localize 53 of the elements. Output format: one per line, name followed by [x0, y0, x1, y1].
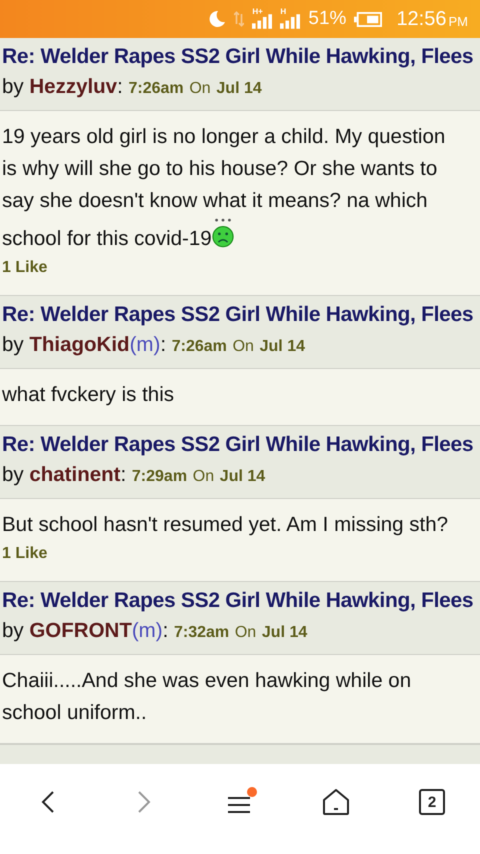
post-title-link[interactable]: Re: Welder Rapes SS2 Girl While Hawking, Flees [2, 430, 478, 460]
post-text-line: 19 years old girl is no longer a child. My question [2, 125, 446, 148]
author-link[interactable]: Hezzyluv [29, 75, 118, 98]
by-label: by [2, 333, 24, 356]
home-icon [322, 788, 350, 816]
post-text-line: school uniform.. [2, 701, 147, 724]
likes-count: 1 Like [2, 544, 48, 564]
moderator-mark: (m) [132, 619, 163, 642]
network-type-label: H+ [252, 6, 263, 16]
tabs-button[interactable]: 2 [402, 785, 462, 819]
post-time: 7:26am [172, 338, 227, 355]
likes-count: 1 Like [2, 258, 48, 278]
post-date: Jul 14 [216, 80, 262, 97]
post-text-line: say she doesn't know what it means? na which [2, 189, 428, 212]
network-type-label: H [280, 6, 286, 16]
by-label: by [2, 463, 24, 486]
post-date: Jul 14 [260, 338, 305, 355]
clock-meridiem: PM [448, 14, 468, 28]
on-label: On [232, 338, 254, 355]
moderator-mark: (m) [130, 333, 160, 356]
chevron-right-icon [137, 790, 151, 814]
author-link[interactable]: chatinent [29, 463, 120, 486]
post-time: 7:32am [174, 624, 230, 641]
colon: : [120, 463, 126, 486]
by-label: by [2, 619, 24, 642]
clock-time: 12:56 [396, 8, 446, 30]
on-label: On [192, 468, 214, 485]
post-text-line: what fvckery is this [2, 383, 174, 406]
post-time: 7:26am [128, 80, 184, 97]
post-text-line: school for this covid-19 [2, 227, 212, 250]
author-link[interactable]: ThiagoKid [29, 333, 130, 356]
post-title-link[interactable]: Re: Welder Rapes SS2 Girl While Hawking, Flees [2, 586, 478, 616]
post-text-line: is why will she go to his house? Or she wants to [2, 157, 438, 180]
post-date: Jul 14 [262, 624, 308, 641]
author-link[interactable]: GOFRONT [29, 619, 132, 642]
chevron-left-icon [41, 790, 55, 814]
by-label: by [2, 75, 24, 98]
colon: : [160, 333, 166, 356]
signal-icon [252, 14, 272, 28]
signal-icon [280, 14, 300, 28]
post-time: 7:29am [132, 468, 188, 485]
on-label: On [234, 624, 256, 641]
post-text-line: Chaiii.....And she was even hawking while on [2, 669, 412, 692]
post-title-link[interactable]: Re: Welder Rapes SS2 Girl While Hawking, Flees [2, 42, 478, 72]
data-arrows-icon [234, 11, 244, 27]
on-label: On [189, 80, 211, 97]
post-date: Jul 14 [220, 468, 266, 485]
post-title-link[interactable]: Re: Welder Rapes SS2 Girl While Hawking, Flees [2, 300, 478, 330]
battery-percent: 51% [308, 8, 346, 30]
colon: : [162, 619, 168, 642]
post-text-line: But school hasn't resumed yet. Am I missing sth? [2, 513, 448, 536]
colon: : [117, 75, 123, 98]
battery-icon [354, 12, 382, 26]
